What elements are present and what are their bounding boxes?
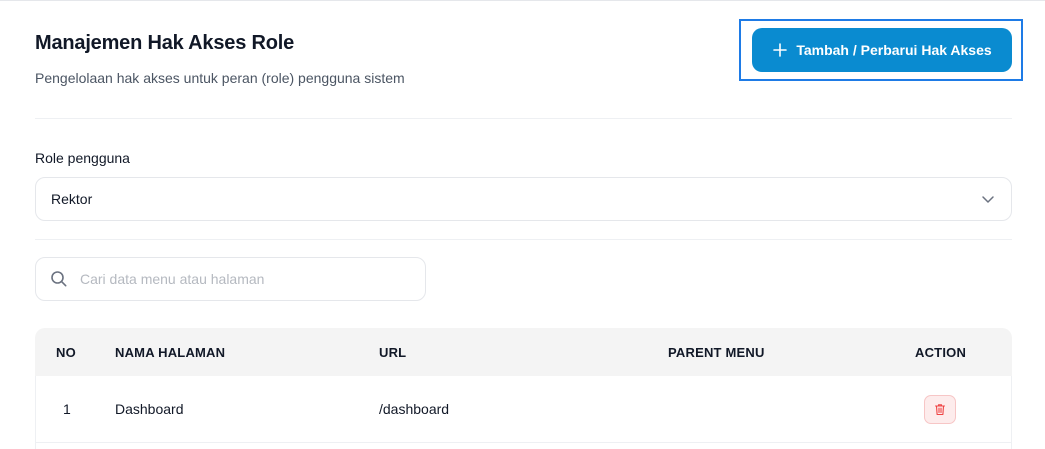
page-subtitle: Pengelolaan hak akses untuk peran (role)… [35,70,405,86]
cell-no: 1 [63,401,71,417]
search-box[interactable] [35,257,426,301]
delete-button[interactable] [924,395,956,424]
cell-url: /dashboard [379,401,450,417]
trash-icon [934,404,946,416]
role-select-value: Rektor [51,191,93,207]
row-border-right [1011,376,1012,449]
filter-divider [35,239,1012,240]
search-input[interactable] [78,270,411,288]
column-header-no: NO [56,345,76,360]
column-header-parent-menu: PARENT MENU [668,345,765,360]
column-header-page-name: NAMA HALAMAN [115,345,226,360]
table-header: NO NAMA HALAMAN URL PARENT MENU ACTION [35,328,1012,376]
column-header-url: URL [379,345,407,360]
page-title: Manajemen Hak Akses Role [35,32,295,54]
column-header-action: ACTION [915,345,967,360]
plus-icon [773,43,788,57]
role-select[interactable]: Rektor [35,177,1012,221]
chevron-down-icon [982,196,994,203]
top-border [0,0,1045,1]
add-update-access-label: Tambah / Perbarui Hak Akses [796,42,992,58]
table-row: 1 Dashboard /dashboard [35,376,1012,449]
header-divider [35,118,1012,119]
cell-page-name: Dashboard [115,401,184,417]
add-update-access-button[interactable]: Tambah / Perbarui Hak Akses [752,28,1012,72]
search-icon [51,271,67,287]
role-label: Role pengguna [35,150,130,166]
row-border-left [35,376,36,449]
